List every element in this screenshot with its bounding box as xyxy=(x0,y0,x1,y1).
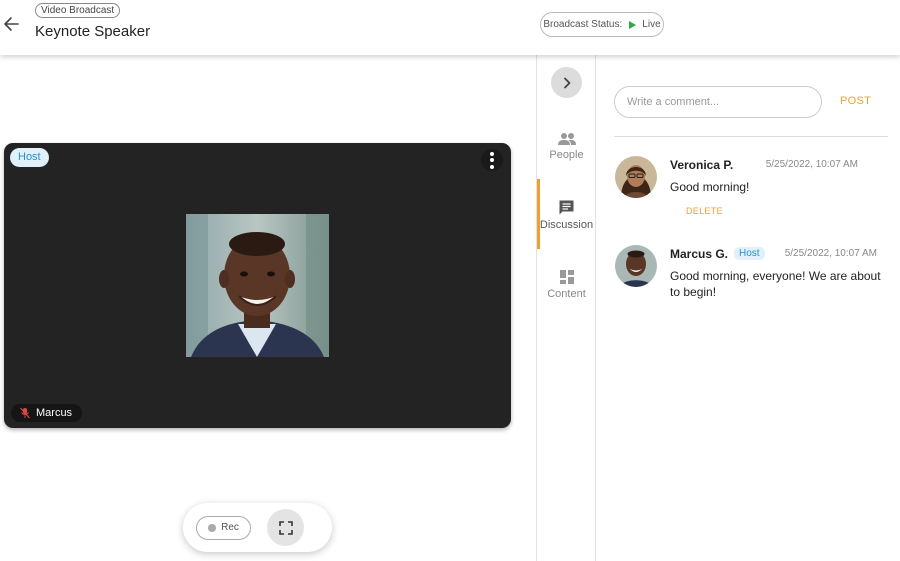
divider xyxy=(614,136,888,137)
avatar xyxy=(615,156,657,198)
status-label: Broadcast Status: xyxy=(543,19,623,30)
record-label: Rec xyxy=(221,522,239,533)
comment-timestamp: 5/25/2022, 10:07 AM xyxy=(784,248,877,259)
page-title: Keynote Speaker xyxy=(35,23,151,40)
tab-content[interactable]: Content xyxy=(537,250,596,318)
video-tile[interactable]: Host Marcus xyxy=(4,143,511,428)
host-badge: Host xyxy=(10,148,49,167)
app-header: Video Broadcast Keynote Speaker Broadcas… xyxy=(0,0,900,55)
chevron-right-icon xyxy=(563,77,570,88)
discussion-panel: POST Veronica P. 5/25/2022, 10:07 AM Goo… xyxy=(597,55,900,561)
participant-name: Marcus xyxy=(36,407,73,419)
comment-text: Good morning! xyxy=(670,180,750,194)
comment-author: Veronica P. xyxy=(670,158,734,172)
avatar xyxy=(615,245,657,287)
tab-content-label: Content xyxy=(547,287,586,300)
more-options-button[interactable] xyxy=(481,149,503,171)
broadcast-control-bar: Rec xyxy=(183,503,332,552)
comment-timestamp: 5/25/2022, 10:07 AM xyxy=(765,159,858,170)
comment-input[interactable] xyxy=(614,86,822,118)
tab-discussion[interactable]: Discussion xyxy=(537,181,596,249)
comment-author: Marcus G. xyxy=(670,247,729,261)
back-arrow-icon[interactable] xyxy=(2,14,20,34)
record-button[interactable]: Rec xyxy=(196,515,251,540)
people-icon xyxy=(557,132,576,145)
tab-people-label: People xyxy=(549,148,584,161)
status-value: Live xyxy=(642,19,661,30)
tab-discussion-label: Discussion xyxy=(539,219,594,231)
record-dot-icon xyxy=(208,523,217,532)
broadcast-type-badge: Video Broadcast xyxy=(35,3,121,18)
post-button[interactable]: POST xyxy=(840,95,871,107)
delete-comment-button[interactable]: DELETE xyxy=(686,206,723,216)
side-tab-rail: People Discussion Content xyxy=(536,55,596,561)
participant-name-tag: Marcus xyxy=(11,404,83,422)
fullscreen-icon xyxy=(278,520,293,535)
tab-people[interactable]: People xyxy=(537,112,596,180)
fullscreen-button[interactable] xyxy=(267,509,304,546)
stage-area: Host Marcus Rec xyxy=(0,55,536,561)
mic-muted-icon xyxy=(20,407,30,419)
collapse-panel-button[interactable] xyxy=(551,67,582,98)
discussion-icon xyxy=(559,200,574,215)
participant-video xyxy=(186,214,329,357)
play-icon xyxy=(629,20,637,29)
comment-text: Good morning, everyone! We are about to … xyxy=(670,269,881,299)
host-badge: Host xyxy=(734,247,765,260)
content-icon xyxy=(559,269,574,284)
broadcast-status-pill[interactable]: Broadcast Status: Live xyxy=(540,12,664,37)
